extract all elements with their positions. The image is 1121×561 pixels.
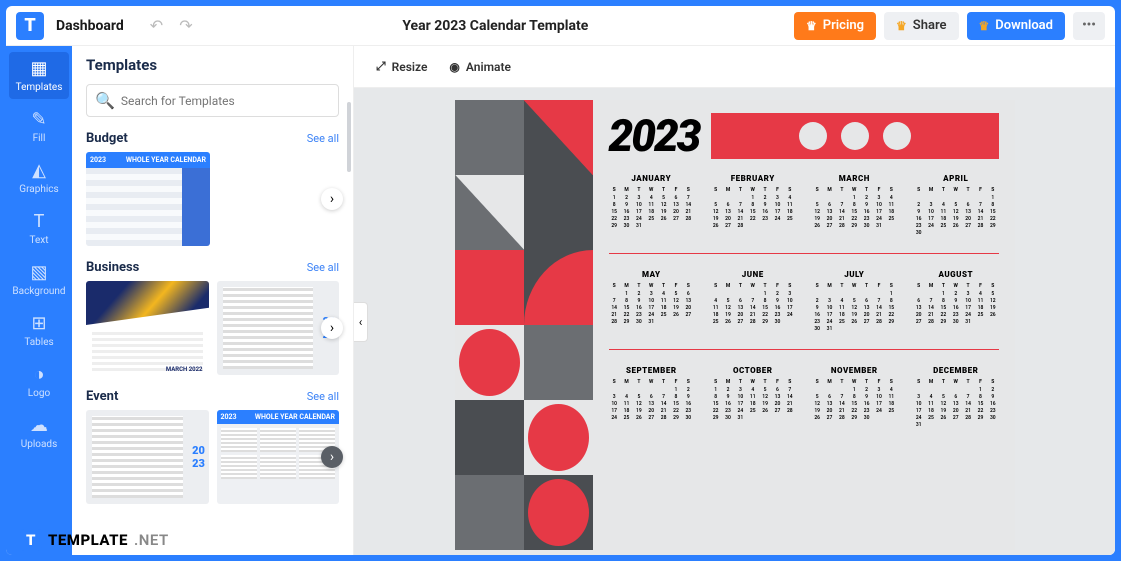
canvas-background[interactable]: ‹ 2023 JANUAR — [354, 88, 1115, 555]
thumb-whole: WHOLE YEAR CALENDAR — [126, 156, 206, 164]
thumb-march: MARCH 2022 — [166, 366, 203, 373]
animate-tool[interactable]: ◉ Animate — [449, 60, 511, 74]
month-august: AUGUSTSMTWTFS123456789101112131415161718… — [913, 270, 999, 333]
crown-icon: ♛ — [896, 19, 907, 33]
nav-label: Tables — [24, 337, 53, 348]
month-may: MAYSMTWTFS123456789101112131415161718192… — [609, 270, 695, 333]
category-business: Business — [86, 260, 139, 275]
nav-label: Graphics — [19, 184, 58, 195]
next-thumb-button[interactable]: › — [321, 446, 343, 468]
nav-text[interactable]: T Text — [9, 205, 69, 252]
month-april: APRILSMTWTFS1234567891011121314151617181… — [913, 174, 999, 237]
search-icon: 🔍 — [95, 91, 115, 110]
month-october: OCTOBERSMTWTFS12345678910111213141516171… — [710, 366, 796, 429]
next-thumb-button[interactable]: › — [321, 188, 343, 210]
thumb-whole: WHOLE YEAR CALENDAR — [255, 413, 335, 421]
see-all-budget[interactable]: See all — [307, 132, 339, 145]
resize-label: Resize — [392, 60, 428, 74]
next-thumb-button[interactable]: › — [321, 317, 343, 339]
template-thumb[interactable]: 2023 WHOLE YEAR CALENDAR — [86, 152, 210, 246]
resize-tool[interactable]: ⤢ Resize — [376, 59, 427, 74]
search-box[interactable]: 🔍 — [86, 84, 339, 117]
text-icon: T — [34, 211, 45, 232]
nav-label: Templates — [16, 82, 63, 93]
nav-templates[interactable]: ▦ Templates — [9, 52, 69, 99]
nav-background[interactable]: ▧ Background — [9, 256, 69, 303]
canvas-toolbar: ⤢ Resize ◉ Animate — [354, 46, 1115, 88]
nav-label: Uploads — [21, 439, 57, 450]
redo-button[interactable]: ↷ — [175, 16, 196, 35]
nav-graphics[interactable]: ◭ Graphics — [9, 154, 69, 201]
nav-logo[interactable]: ◑ Logo — [9, 358, 69, 405]
resize-icon: ⤢ — [376, 59, 386, 74]
watermark: T TEMPLATE .NET — [20, 529, 169, 551]
template-thumb[interactable]: MARCH 2022 — [86, 281, 209, 375]
collapse-panel-handle[interactable]: ‹ — [354, 302, 368, 342]
template-thumb[interactable]: 2023 — [86, 410, 209, 504]
download-button[interactable]: ♛ Download — [967, 12, 1066, 40]
nav-label: Logo — [28, 388, 50, 399]
nav-label: Background — [12, 286, 65, 297]
nav-label: Fill — [33, 133, 46, 144]
more-button[interactable]: ••• — [1073, 12, 1105, 40]
download-label: Download — [995, 18, 1053, 33]
month-january: JANUARYSMTWTFS12345678910111213141516171… — [609, 174, 695, 237]
thumb-yr: 23 — [192, 457, 205, 470]
search-input[interactable] — [121, 94, 330, 108]
pricing-label: Pricing — [823, 18, 864, 33]
logo-icon: ◑ — [34, 364, 45, 385]
left-nav: ▦ Templates ✎ Fill ◭ Graphics T Text ▧ Backgr… — [6, 46, 72, 555]
animate-icon: ◉ — [449, 60, 459, 74]
month-february: FEBRUARYSMTWTFS1234567891011121314151617… — [710, 174, 796, 237]
calendar-year: 2023 — [609, 110, 700, 162]
top-bar: T Dashboard ↶ ↷ Year 2023 Calendar Templ… — [6, 6, 1115, 46]
templates-panel: Templates 🔍 Budget See all 2023 WHOLE YEAR… — [72, 46, 354, 555]
watermark-brand: TEMPLATE — [48, 531, 128, 549]
month-july: JULYSMTWTFS12345678910111213141516171819… — [812, 270, 898, 333]
see-all-business[interactable]: See all — [307, 261, 339, 274]
share-label: Share — [913, 18, 947, 33]
month-december: DECEMBERSMTWTFS1234567891011121314151617… — [913, 366, 999, 429]
uploads-icon: ☁ — [30, 415, 48, 436]
category-budget: Budget — [86, 131, 128, 146]
month-september: SEPTEMBERSMTWTFS123456789101112131415161… — [609, 366, 695, 429]
app-logo[interactable]: T — [16, 12, 44, 40]
month-march: MARCHSMTWTFS1234567891011121314151617181… — [812, 174, 898, 237]
thumb-year: 2023 — [90, 156, 106, 164]
graphics-icon: ◭ — [32, 160, 46, 181]
month-november: NOVEMBERSMTWTFS1234567891011121314151617… — [812, 366, 898, 429]
calendar-artwork[interactable]: 2023 JANUARYSMTWTFS123456789101112131415… — [455, 100, 1015, 550]
month-june: JUNESMTWTFS12345678910111213141516171819… — [710, 270, 796, 333]
geometric-pattern — [455, 100, 593, 550]
templates-icon: ▦ — [30, 58, 47, 79]
canvas-area: ⤢ Resize ◉ Animate ‹ 2023 — [354, 46, 1115, 555]
nav-fill[interactable]: ✎ Fill — [9, 103, 69, 150]
nav-uploads[interactable]: ☁ Uploads — [9, 409, 69, 456]
nav-tables[interactable]: ⊞ Tables — [9, 307, 69, 354]
months-grid: JANUARYSMTWTFS12345678910111213141516171… — [609, 174, 999, 429]
watermark-logo: T — [20, 529, 42, 551]
crown-icon: ♛ — [806, 19, 817, 33]
thumb-year: 2023 — [221, 413, 237, 421]
share-button[interactable]: ♛ Share — [884, 12, 959, 40]
decorative-dots — [711, 113, 998, 159]
crown-icon: ♛ — [979, 19, 990, 33]
background-icon: ▧ — [30, 262, 47, 283]
scrollbar[interactable] — [347, 102, 351, 172]
undo-button[interactable]: ↶ — [146, 16, 167, 35]
category-event: Event — [86, 389, 118, 404]
document-title: Year 2023 Calendar Template — [205, 18, 786, 34]
dashboard-link[interactable]: Dashboard — [56, 18, 124, 34]
see-all-event[interactable]: See all — [307, 390, 339, 403]
nav-label: Text — [29, 235, 48, 246]
watermark-suffix: .NET — [134, 531, 169, 549]
pricing-button[interactable]: ♛ Pricing — [794, 12, 876, 40]
thumb-yr: 20 — [192, 444, 205, 457]
tables-icon: ⊞ — [31, 313, 46, 334]
panel-title: Templates — [86, 56, 339, 74]
fill-icon: ✎ — [31, 109, 46, 130]
animate-label: Animate — [466, 60, 511, 74]
